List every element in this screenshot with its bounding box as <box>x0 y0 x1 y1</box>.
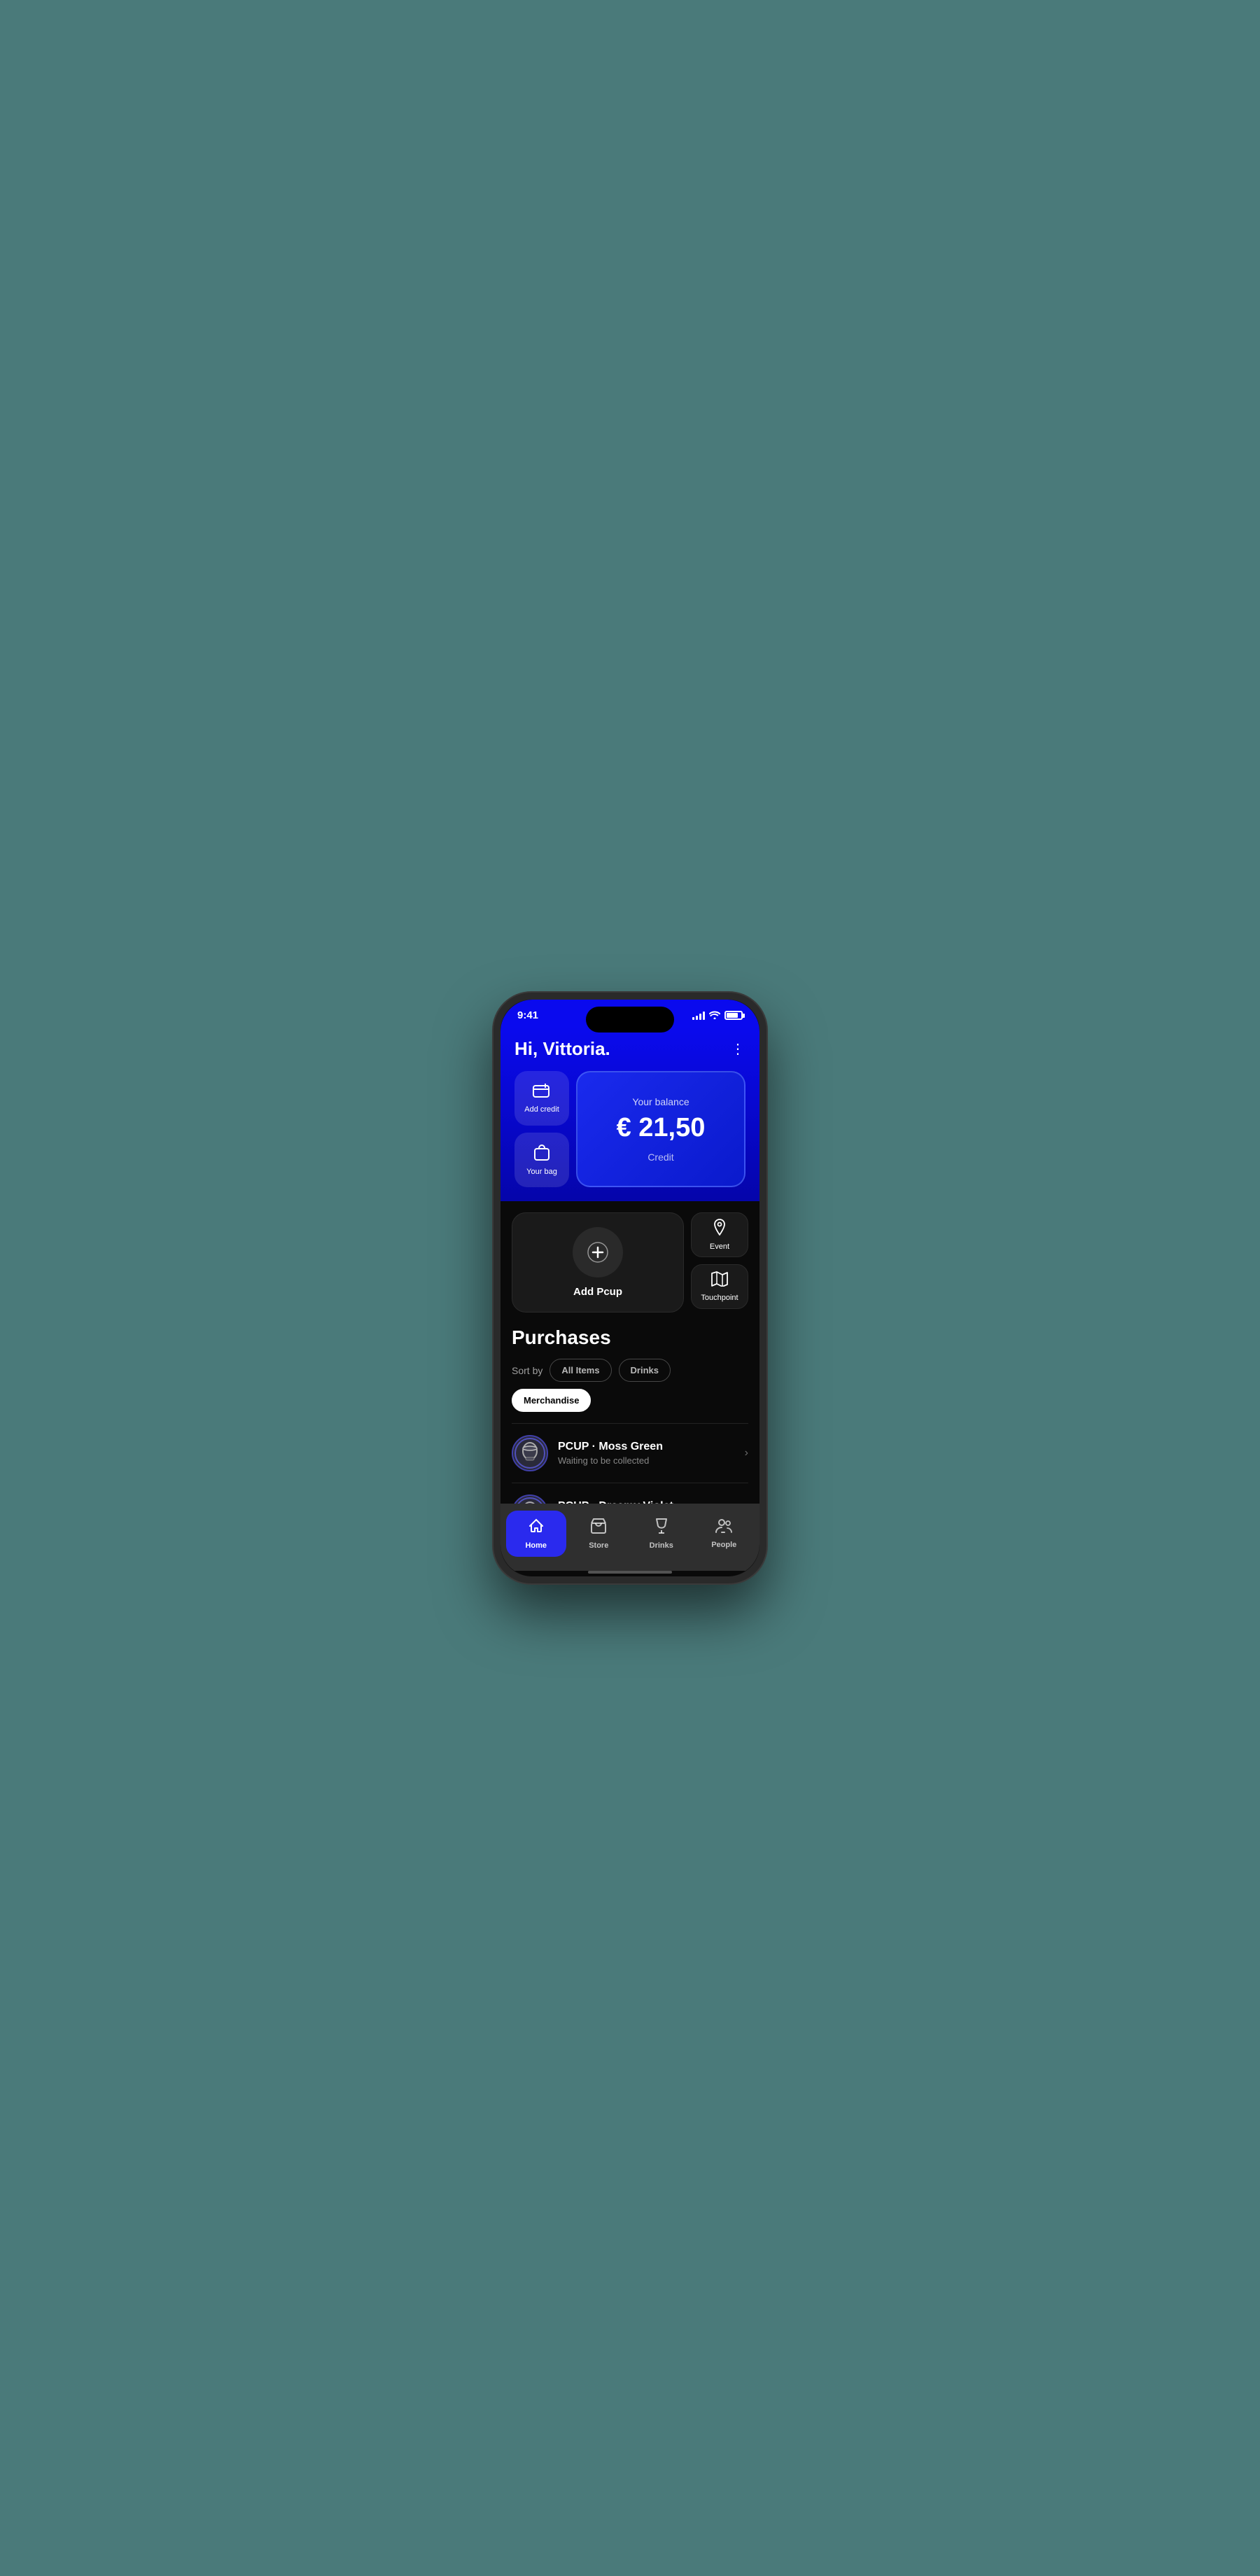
your-bag-button[interactable]: Your bag <box>514 1133 569 1187</box>
add-pcup-circle <box>573 1227 623 1278</box>
touchpoint-label: Touchpoint <box>701 1294 738 1302</box>
battery-icon <box>724 1011 743 1020</box>
chevron-right-icon-0: › <box>745 1447 748 1460</box>
status-time: 9:41 <box>517 1009 538 1021</box>
sort-row: Sort by All Items Drinks Merchandise <box>512 1359 748 1412</box>
screen: 9:41 <box>500 1000 760 1576</box>
home-bar <box>588 1571 672 1574</box>
store-icon <box>590 1518 607 1539</box>
header-top: Hi, Vittoria. ⋮ <box>514 1038 746 1060</box>
your-bag-label: Your bag <box>526 1168 557 1176</box>
bag-icon <box>534 1144 550 1165</box>
nav-store-label: Store <box>589 1541 608 1550</box>
menu-button[interactable]: ⋮ <box>731 1040 746 1058</box>
nav-home[interactable]: Home <box>506 1511 566 1557</box>
nav-home-label: Home <box>525 1541 547 1550</box>
nav-people-label: People <box>711 1541 736 1549</box>
status-icons <box>692 1010 743 1021</box>
main-content: Add Pcup Event <box>500 1201 760 1504</box>
add-pcup-label: Add Pcup <box>573 1286 622 1298</box>
action-row: Add Pcup Event <box>512 1212 748 1312</box>
purchase-list: PCUP · Moss Green Waiting to be collecte… <box>512 1423 748 1504</box>
event-label: Event <box>710 1242 729 1251</box>
purchase-avatar-0 <box>512 1435 548 1471</box>
add-credit-button[interactable]: Add credit <box>514 1071 569 1126</box>
drinks-icon <box>654 1518 669 1539</box>
filter-merchandise[interactable]: Merchandise <box>512 1389 591 1412</box>
purchase-item[interactable]: PCUP · Moss Green Waiting to be collecte… <box>512 1424 748 1483</box>
purchase-info-0: PCUP · Moss Green Waiting to be collecte… <box>558 1441 745 1466</box>
purchase-item-1[interactable]: PCUP · Dreamy Violet Waiting to be colle… <box>512 1483 748 1504</box>
header: Hi, Vittoria. ⋮ Add cr <box>500 1027 760 1201</box>
touchpoint-button[interactable]: Touchpoint <box>691 1264 748 1309</box>
home-icon <box>528 1518 545 1539</box>
phone-frame: 9:41 <box>493 993 766 1583</box>
balance-type: Credit <box>648 1152 673 1163</box>
add-credit-label: Add credit <box>524 1105 559 1114</box>
filter-all-items[interactable]: All Items <box>550 1359 611 1382</box>
quick-actions: Add credit Your bag Your balance <box>514 1071 746 1187</box>
nav-store[interactable]: Store <box>569 1511 629 1557</box>
event-button[interactable]: Event <box>691 1212 748 1257</box>
map-icon <box>711 1271 728 1291</box>
purchase-avatar-1 <box>512 1494 548 1504</box>
purchases-title: Purchases <box>512 1326 748 1349</box>
right-buttons: Event Touchpoint <box>691 1212 748 1312</box>
balance-card[interactable]: Your balance € 21,50 Credit <box>576 1071 746 1187</box>
home-indicator <box>500 1571 760 1576</box>
balance-label: Your balance <box>632 1096 689 1107</box>
purchase-status-0: Waiting to be collected <box>558 1455 745 1466</box>
add-pcup-card[interactable]: Add Pcup <box>512 1212 684 1312</box>
bottom-nav: Home Store <box>500 1504 760 1571</box>
credit-card-icon <box>533 1083 551 1102</box>
dynamic-island <box>586 1007 674 1032</box>
wifi-icon <box>709 1010 720 1021</box>
left-buttons: Add credit Your bag <box>514 1071 569 1187</box>
nav-drinks[interactable]: Drinks <box>631 1511 692 1557</box>
purchase-name-0: PCUP · Moss Green <box>558 1441 745 1453</box>
greeting-text: Hi, Vittoria. <box>514 1038 610 1060</box>
nav-people[interactable]: People <box>694 1511 755 1557</box>
nav-drinks-label: Drinks <box>650 1541 673 1550</box>
location-icon <box>712 1219 727 1240</box>
signal-icon <box>692 1011 705 1020</box>
sort-label: Sort by <box>512 1365 542 1376</box>
people-icon <box>715 1518 733 1538</box>
purchases-section: Purchases Sort by All Items Drinks Merch… <box>512 1326 748 1504</box>
filter-drinks[interactable]: Drinks <box>619 1359 671 1382</box>
balance-amount: € 21,50 <box>617 1113 706 1143</box>
